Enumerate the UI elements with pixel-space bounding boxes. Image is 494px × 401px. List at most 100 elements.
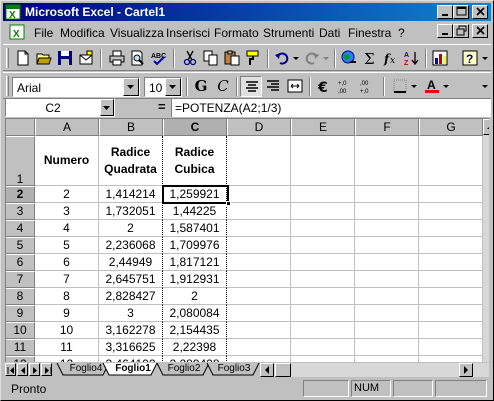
last-sheet-button[interactable] [41,363,52,376]
cell-a3[interactable]: 3 [35,203,99,220]
grid-cell[interactable] [419,356,483,362]
sort-ascending-button[interactable]: AZ [401,48,423,69]
italic-button[interactable]: C [212,76,234,97]
grid-cell[interactable] [419,237,483,254]
cell-c11[interactable]: 2,22398 [163,339,227,356]
header-cell-radice-cubica[interactable]: Radice Cubica [163,136,227,186]
grid-cell[interactable] [355,305,419,322]
grid-cell[interactable] [355,339,419,356]
cell-c8[interactable]: 2 [163,288,227,305]
undo-button[interactable] [271,48,293,69]
grid-cell[interactable] [291,186,355,203]
grid-cell[interactable] [227,203,291,220]
grid-cell[interactable] [291,271,355,288]
grid-cell[interactable] [227,356,291,362]
first-sheet-button[interactable] [5,363,16,376]
hyperlink-button[interactable] [338,48,360,69]
scroll-left-button[interactable] [260,363,274,377]
row-header-1[interactable]: 1 [6,136,35,186]
horizontal-scroll-thumb[interactable] [275,363,291,377]
copy-button[interactable] [200,48,222,69]
vertical-scrollbar[interactable] [483,119,489,362]
menu-dati[interactable]: Dati [319,26,340,40]
grid-cell[interactable] [355,237,419,254]
bold-button[interactable]: G [190,76,212,97]
doc-minimize-button[interactable] [437,24,453,38]
grid-cell[interactable] [419,305,483,322]
paste-function-button[interactable]: fx [380,48,402,69]
print-button[interactable] [106,48,128,69]
cell-a10[interactable]: 10 [35,322,99,339]
font-name-select[interactable]: Arial [12,77,140,97]
worksheet-grid[interactable]: A B C D E F G 1 Numero Radice Quadrata R… [5,118,489,362]
column-header-e[interactable]: E [291,119,355,136]
cell-c12[interactable]: 2,289428 [163,356,227,362]
doc-restore-button[interactable] [453,24,469,38]
borders-button[interactable] [389,76,411,97]
font-color-dropdown[interactable] [442,76,450,97]
row-header-3[interactable]: 3 [6,203,35,220]
title-bar[interactable]: X Microsoft Excel - Cartel1 [3,3,491,21]
grid-cell[interactable] [355,203,419,220]
edit-formula-button[interactable]: = [158,99,166,114]
grid-cell[interactable] [355,186,419,203]
grid-cell[interactable] [419,339,483,356]
grid-cell[interactable] [419,136,483,186]
sheet-tab-foglio4[interactable]: Foglio4 [65,363,107,376]
cell-a6[interactable]: 6 [35,254,99,271]
column-header-d[interactable]: D [227,119,291,136]
row-header-9[interactable]: 9 [6,305,35,322]
grid-cell[interactable] [355,136,419,186]
cell-b7[interactable]: 2,645751 [99,271,163,288]
close-button[interactable] [472,5,488,19]
workbook-icon[interactable]: X [9,24,25,40]
scroll-up-button[interactable] [483,119,489,135]
new-button[interactable] [12,48,34,69]
column-header-g[interactable]: G [419,119,483,136]
cell-b4[interactable]: 2 [99,220,163,237]
menu-inserisci[interactable]: Inserisci [166,26,210,40]
grid-cell[interactable] [355,288,419,305]
row-header-11[interactable]: 11 [6,339,35,356]
print-preview-button[interactable] [127,48,149,69]
grid-cell[interactable] [291,339,355,356]
formula-input[interactable]: =POTENZA(A2;1/3) [171,98,491,117]
select-all-button[interactable] [6,119,35,136]
grid-cell[interactable] [227,322,291,339]
cell-b6[interactable]: 2,44949 [99,254,163,271]
menu-file[interactable]: File [34,26,53,40]
grid-cell[interactable] [291,220,355,237]
column-header-c[interactable]: C [163,119,227,136]
cell-a9[interactable]: 9 [35,305,99,322]
cell-a7[interactable]: 7 [35,271,99,288]
font-size-select[interactable]: 10 [144,77,182,97]
sheet-tab-foglio3[interactable]: Foglio3 [213,363,255,376]
doc-close-button[interactable] [472,24,488,38]
grid-cell[interactable] [227,271,291,288]
grid-cell[interactable] [355,322,419,339]
horizontal-scrollbar[interactable] [260,363,489,377]
cell-a8[interactable]: 8 [35,288,99,305]
cell-b2[interactable]: 1,414214 [99,186,163,203]
cell-c3[interactable]: 1,44225 [163,203,227,220]
grid-cell[interactable] [355,271,419,288]
cell-c6[interactable]: 1,817121 [163,254,227,271]
toolbar-grip[interactable] [6,48,9,68]
grid-cell[interactable] [227,186,291,203]
minimize-button[interactable] [437,5,453,19]
redo-button[interactable] [301,48,323,69]
font-size-dropdown[interactable] [165,78,181,96]
menu-finestra[interactable]: Finestra [348,26,391,40]
spelling-button[interactable]: ABC [148,48,170,69]
grid-cell[interactable] [355,356,419,362]
format-painter-button[interactable] [242,48,264,69]
cell-c10[interactable]: 2,154435 [163,322,227,339]
cell-b5[interactable]: 2,236068 [99,237,163,254]
cell-a2[interactable]: 2 [35,186,99,203]
save-button[interactable] [54,48,76,69]
increase-decimal-button[interactable]: +,0,00 [335,76,357,97]
grid-cell[interactable] [291,254,355,271]
prev-sheet-button[interactable] [17,363,28,376]
grid-cell[interactable] [291,305,355,322]
cell-c2[interactable]: 1,259921 [163,186,227,203]
